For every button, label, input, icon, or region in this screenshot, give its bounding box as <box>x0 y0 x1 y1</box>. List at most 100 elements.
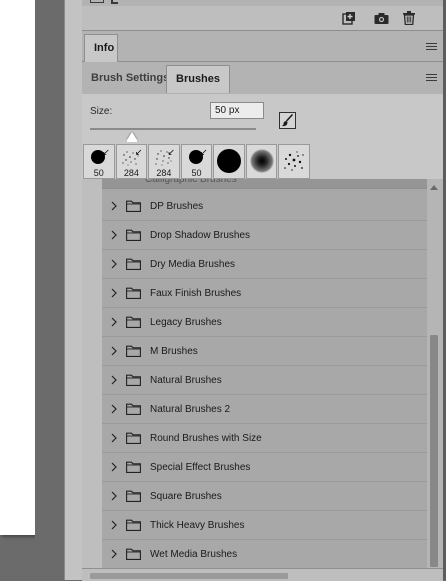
brush-preset[interactable]: ↙ 284 <box>148 144 180 179</box>
spatter-brush-icon <box>282 149 306 171</box>
brush-folder-row[interactable]: Thick Heavy Brushes <box>102 511 427 540</box>
folder-label: Drop Shadow Brushes <box>150 229 251 241</box>
workspace-gutter <box>35 0 64 580</box>
hard-round-large-brush-icon <box>217 149 242 173</box>
size-slider[interactable] <box>90 128 256 130</box>
chevron-right-icon[interactable] <box>109 259 118 269</box>
brush-folder-row[interactable]: Faux Finish Brushes <box>102 279 427 308</box>
soft-round-brush-icon <box>249 149 274 173</box>
collapsed-panel-strip[interactable] <box>64 0 83 580</box>
tab-info[interactable]: Info <box>84 34 118 62</box>
scrollbar-thumb[interactable] <box>430 335 438 567</box>
brushes-panel-header: Brush Settings Brushes <box>82 62 443 95</box>
brush-preset[interactable]: ↙ 50 <box>180 144 213 179</box>
spatter-brush-icon: ↙ <box>152 147 176 169</box>
brush-folder-row[interactable]: Square Brushes <box>102 482 427 511</box>
spatter-brush-icon: ↙ <box>119 147 143 169</box>
chevron-right-icon[interactable] <box>109 375 118 385</box>
preview-size-slider[interactable] <box>90 573 288 579</box>
camera-icon[interactable] <box>372 10 390 26</box>
brush-folder-row[interactable]: DP Brushes <box>102 192 427 221</box>
chevron-right-icon[interactable] <box>109 491 118 501</box>
trash-icon[interactable] <box>400 10 418 26</box>
panel-dock: Info Brush Settings Brushes Size: 50 px … <box>82 0 443 581</box>
folder-icon <box>126 345 141 357</box>
folder-icon <box>126 374 141 386</box>
brush-folder-row[interactable]: Dry Media Brushes <box>102 250 427 279</box>
brush-preset[interactable] <box>245 144 278 179</box>
folder-label: Natural Brushes 2 <box>150 403 231 415</box>
folder-icon <box>126 316 141 328</box>
brush-controls: Size: ↙ 50 <box>82 94 443 179</box>
brush-preset[interactable]: ↙ 50 <box>83 144 115 179</box>
folder-label: Thick Heavy Brushes <box>150 519 245 531</box>
folder-icon <box>126 229 141 241</box>
folder-label: Round Brushes with Size <box>150 432 262 444</box>
brush-folder-row[interactable]: Natural Brushes <box>102 366 427 395</box>
brush-preset[interactable]: ↙ 284 <box>115 144 148 179</box>
tab-brushes[interactable]: Brushes <box>166 65 231 93</box>
folder-icon <box>126 258 141 270</box>
chevron-right-icon[interactable] <box>109 288 118 298</box>
panel-menu-icon[interactable] <box>426 74 437 83</box>
folder-label: Legacy Brushes <box>150 316 222 328</box>
chevron-right-icon[interactable] <box>109 462 118 472</box>
panel-menu-icon[interactable] <box>426 43 437 52</box>
preset-size: 50 <box>191 168 202 178</box>
folder-label: Square Brushes <box>150 490 222 502</box>
tab-brush-settings[interactable]: Brush Settings <box>82 65 178 92</box>
chevron-right-icon[interactable] <box>109 346 118 356</box>
folder-icon <box>126 287 141 299</box>
folder-label: M Brushes <box>150 345 198 357</box>
folder-label: Special Effect Brushes <box>150 461 251 473</box>
preset-size: 50 <box>93 168 104 178</box>
chevron-right-icon[interactable] <box>109 404 118 414</box>
chevron-right-icon[interactable] <box>109 201 118 211</box>
folder-label: Natural Brushes <box>150 374 222 386</box>
chevron-right-icon[interactable] <box>109 433 118 443</box>
folder-label: Wet Media Brushes <box>150 548 238 560</box>
chevron-right-icon[interactable] <box>109 520 118 530</box>
preset-size: 284 <box>156 168 172 178</box>
brush-icon <box>281 113 294 127</box>
size-slider-handle[interactable] <box>126 132 137 140</box>
folder-label: DP Brushes <box>150 200 204 212</box>
chevron-right-icon[interactable] <box>109 317 118 327</box>
scroll-up-arrow-icon[interactable] <box>430 185 438 190</box>
folder-icon <box>126 403 141 415</box>
partially-hidden-item[interactable]: Calligraphic Brushes <box>102 179 427 189</box>
folder-icon <box>126 432 141 444</box>
list-scrollbar[interactable] <box>427 179 443 568</box>
brush-folder-row[interactable]: Wet Media Brushes <box>102 540 427 568</box>
folder-icon <box>126 548 141 560</box>
document-canvas[interactable] <box>0 0 36 535</box>
chevron-right-icon[interactable] <box>109 230 118 240</box>
panel-icon-fragment <box>90 0 104 3</box>
folder-icon <box>126 519 141 531</box>
brush-preset[interactable] <box>278 144 311 179</box>
brush-folder-row[interactable]: Drop Shadow Brushes <box>102 221 427 250</box>
hard-round-brush-icon: ↙ <box>87 147 111 169</box>
brush-folder-row[interactable]: Round Brushes with Size <box>102 424 427 453</box>
brush-folder-row[interactable]: Special Effect Brushes <box>102 453 427 482</box>
preset-size: 284 <box>123 168 139 178</box>
panel-icon-fragment <box>111 0 118 4</box>
brush-folder-row[interactable]: M Brushes <box>102 337 427 366</box>
hard-round-brush-icon: ↙ <box>185 147 209 169</box>
size-input[interactable] <box>210 102 264 119</box>
brush-folder-row[interactable]: Natural Brushes 2 <box>102 395 427 424</box>
brush-presets: ↙ 50 ↙ 284 ↙ 284 ↙ 50 <box>83 144 311 179</box>
size-slider-handle-base <box>126 140 137 142</box>
brush-preset[interactable] <box>213 144 245 179</box>
folder-icon <box>126 490 141 502</box>
brush-settings-toggle-button[interactable] <box>279 112 296 129</box>
folder-icon <box>126 200 141 212</box>
brush-folder-row[interactable]: Legacy Brushes <box>102 308 427 337</box>
folder-label: Dry Media Brushes <box>150 258 236 270</box>
chevron-right-icon[interactable] <box>109 549 118 559</box>
tab-info-label: Info <box>94 42 115 54</box>
tab-brush-settings-label: Brush Settings <box>91 72 170 84</box>
new-layer-icon[interactable] <box>340 10 358 26</box>
folder-label: Faux Finish Brushes <box>150 287 242 299</box>
panel-footer <box>82 6 443 31</box>
